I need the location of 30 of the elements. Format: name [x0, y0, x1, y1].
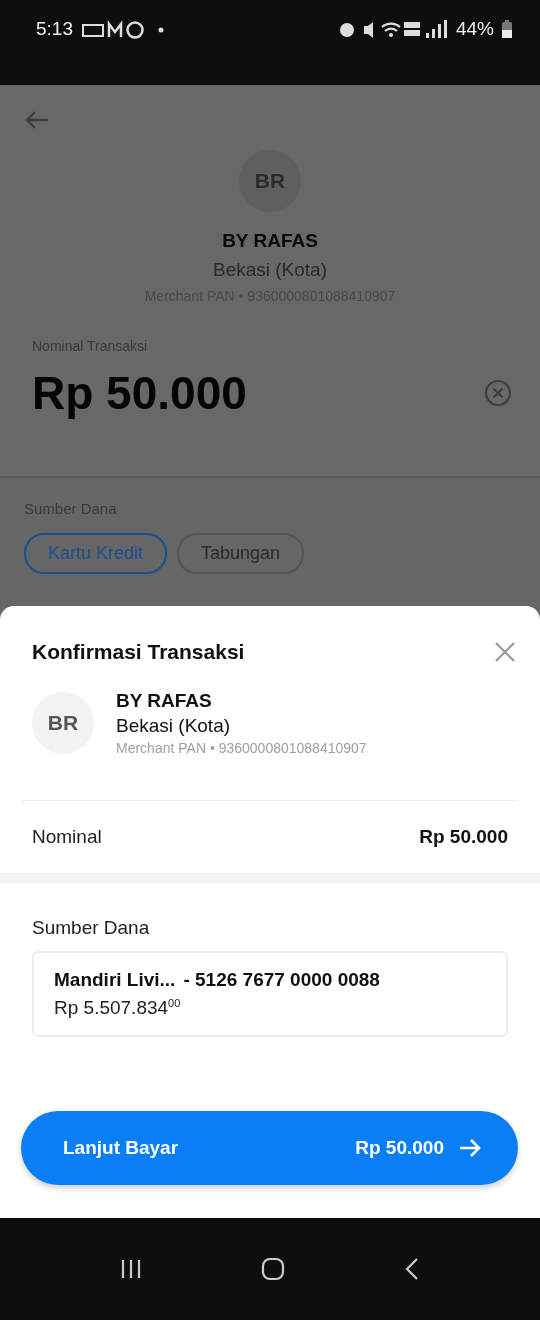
merchant-pan: Merchant PAN • 9360000801088410907: [116, 740, 367, 756]
arrow-right-icon: [458, 1138, 482, 1159]
merchant-name: BY RAFAS: [116, 690, 213, 712]
recent-apps-icon[interactable]: [119, 1259, 142, 1279]
more-notifications-dot-icon: [158, 27, 164, 33]
source-tab[interactable]: Tabungan: [177, 533, 305, 574]
home-icon[interactable]: [261, 1257, 285, 1281]
battery-percentage: 44%: [455, 18, 494, 40]
mute-icon: [363, 22, 373, 38]
amount-value: Rp 50.000: [32, 366, 247, 420]
card-balance: Rp 5.507.834$^{00}$: [54, 997, 182, 1020]
merchant-city: Bekasi (Kota): [116, 715, 232, 737]
card-number: - 5126 7677 0000 0088: [183, 969, 380, 991]
source-card[interactable]: Mandiri Livi... - 5126 7677 0000 0088 Rp 5.507.834$^{00}$: [32, 951, 508, 1038]
card-name: Mandiri Livi...: [54, 969, 176, 991]
pay-button[interactable]: Lanjut Bayar Rp 50.000: [21, 1111, 518, 1186]
close-icon[interactable]: [494, 641, 516, 663]
merchant-name: BY RAFAS: [222, 230, 318, 252]
battery-icon: [502, 20, 512, 38]
back-icon[interactable]: [404, 1257, 421, 1281]
sheet-title: Konfirmasi Transaksi: [32, 640, 245, 664]
nominal-value: Rp 50.000: [419, 826, 508, 848]
nominal-label: Nominal: [32, 826, 102, 848]
section-label: Sumber Dana: [31, 916, 151, 939]
merchant-avatar: BR: [32, 692, 94, 754]
status-time: 5:13: [36, 18, 73, 40]
wifi-icon: [380, 22, 402, 37]
gmail-icon: [107, 20, 123, 37]
signal-icon: [425, 20, 447, 38]
merchant-city: Bekasi (Kota): [212, 259, 327, 281]
